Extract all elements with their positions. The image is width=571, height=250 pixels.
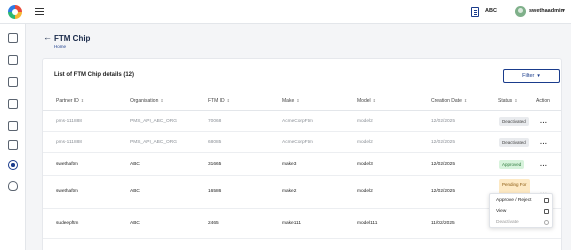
cell-make: make111 bbox=[282, 221, 302, 226]
shield-icon[interactable] bbox=[8, 181, 18, 191]
sort-icon: ⇕ bbox=[80, 98, 85, 103]
sort-icon: ⇕ bbox=[514, 98, 518, 103]
status-badge: Deactivated bbox=[499, 138, 529, 147]
cell-partner-id: swethaftm bbox=[56, 162, 78, 167]
table-row: swethaftm ABC 31665 make3 model3 12/02/2025 Ap… bbox=[43, 153, 561, 176]
cell-organisation: ABC bbox=[130, 162, 140, 167]
column-header[interactable]: FTM ID ⇕ bbox=[208, 98, 230, 104]
cell-model: model2 bbox=[357, 119, 373, 124]
cell-organisation: PMS_API_ABC_ORG bbox=[130, 119, 177, 124]
column-header: Action bbox=[536, 98, 550, 104]
cell-date: 11/02/2025 bbox=[431, 221, 455, 226]
column-header[interactable]: Model ⇕ bbox=[357, 98, 376, 104]
sort-icon: ⇕ bbox=[372, 98, 376, 103]
sidebar bbox=[0, 24, 26, 250]
ftm-list-card: List of FTM Chip details (12) Filter ▼ Pa… bbox=[42, 58, 562, 250]
device-icon[interactable] bbox=[8, 140, 18, 150]
filter-button[interactable]: Filter ▼ bbox=[503, 69, 560, 83]
cell-ftm-id: 68085 bbox=[208, 140, 222, 145]
row-action-icon[interactable]: ... bbox=[540, 139, 547, 146]
row-action-menu: Approve / Reject View Deactivate bbox=[489, 193, 553, 228]
status-badge: Deactivated bbox=[499, 117, 529, 126]
users-icon[interactable] bbox=[8, 77, 18, 87]
cell-partner-id: swethaftm bbox=[56, 189, 78, 194]
cell-make: make2 bbox=[282, 189, 297, 194]
table-row: pms-111888 PMS_API_ABC_ORG 70068 AcmeCorpFt… bbox=[43, 111, 561, 132]
chevron-down-icon[interactable]: ▼ bbox=[561, 8, 566, 14]
user-name[interactable]: swethaadmin bbox=[529, 8, 564, 14]
row-action-icon[interactable]: ... bbox=[540, 118, 547, 125]
top-bar: ABC swethaadmin ▼ bbox=[0, 0, 571, 24]
cell-model: model111 bbox=[357, 221, 378, 226]
building-icon bbox=[471, 7, 479, 17]
table-header: Partner ID ⇕ Organisation ⇕ FTM ID ⇕ Make ⇕ … bbox=[43, 93, 561, 111]
filter-label: Filter bbox=[522, 73, 535, 79]
cell-partner-id: sudeepftm bbox=[56, 221, 79, 226]
cell-make: AcmeCorpFtm bbox=[282, 119, 313, 124]
sort-icon: ⇕ bbox=[160, 98, 164, 103]
table-row: pms-111888 PMS_API_ABC_ORG 68085 AcmeCorpFt… bbox=[43, 132, 561, 153]
page-title: FTM Chip bbox=[54, 34, 91, 43]
menu-item-approve-reject[interactable]: Approve / Reject bbox=[496, 198, 531, 203]
approve-reject-icon bbox=[544, 198, 549, 203]
cell-model: model2 bbox=[357, 189, 373, 194]
table-row: swethaftm ABC 16586 make2 model2 12/02/2025 Pe… bbox=[43, 176, 561, 209]
view-icon bbox=[544, 209, 549, 214]
certificate-icon[interactable] bbox=[8, 121, 18, 131]
menu-item-view[interactable]: View bbox=[496, 209, 506, 214]
cell-ftm-id: 16586 bbox=[208, 189, 222, 194]
column-header[interactable]: Status ⇕ bbox=[498, 98, 518, 104]
sort-icon: ⇕ bbox=[226, 98, 231, 103]
cell-date: 12/02/2025 bbox=[431, 189, 456, 194]
hamburger-menu-icon[interactable] bbox=[35, 8, 44, 15]
cell-ftm-id: 70068 bbox=[208, 119, 222, 124]
user-avatar[interactable] bbox=[515, 6, 526, 17]
breadcrumb-home[interactable]: Home bbox=[54, 44, 66, 49]
cell-organisation: ABC bbox=[130, 221, 140, 226]
cell-model: model2 bbox=[357, 140, 373, 145]
ftm-chip-icon[interactable] bbox=[8, 160, 18, 170]
cell-date: 12/02/2025 bbox=[431, 140, 456, 145]
deactivate-icon bbox=[544, 220, 549, 225]
row-action-icon[interactable]: ... bbox=[540, 161, 547, 168]
menu-item-deactivate: Deactivate bbox=[496, 220, 519, 225]
cell-date: 12/02/2025 bbox=[431, 162, 456, 167]
cell-organisation: ABC bbox=[130, 189, 140, 194]
table-row: sudeepftm ABC 2465 make111 model111 11/02/202… bbox=[43, 209, 561, 239]
document-icon[interactable] bbox=[8, 55, 18, 65]
chevron-down-icon: ▼ bbox=[536, 73, 541, 78]
cell-partner-id: pms-111888 bbox=[56, 140, 82, 145]
card-title: List of FTM Chip details (12) bbox=[54, 72, 135, 78]
cell-date: 12/02/2025 bbox=[431, 119, 456, 124]
column-header[interactable]: Organisation ⇕ bbox=[130, 98, 164, 104]
cell-ftm-id: 2465 bbox=[208, 221, 219, 226]
column-header[interactable]: Partner ID ⇕ bbox=[56, 98, 84, 104]
cell-make: AcmeCorpFtm bbox=[282, 140, 313, 145]
cell-model: model3 bbox=[357, 162, 373, 167]
back-arrow-icon[interactable]: ← bbox=[43, 33, 52, 42]
cell-make: make3 bbox=[282, 162, 297, 167]
status-badge: Approved bbox=[499, 160, 525, 169]
cell-partner-id: pms-111888 bbox=[56, 119, 82, 124]
sort-icon: ⇕ bbox=[463, 98, 468, 103]
column-header[interactable]: Make ⇕ bbox=[282, 98, 300, 104]
sort-icon: ⇕ bbox=[296, 98, 300, 103]
tenant-label: ABC bbox=[485, 8, 497, 14]
policy-icon[interactable] bbox=[8, 99, 18, 109]
cell-organisation: PMS_API_ABC_ORG bbox=[130, 140, 177, 145]
app-logo bbox=[8, 5, 22, 19]
cell-ftm-id: 31665 bbox=[208, 162, 222, 167]
home-icon[interactable] bbox=[8, 33, 18, 43]
column-header[interactable]: Creation Date ⇕ bbox=[431, 98, 467, 104]
